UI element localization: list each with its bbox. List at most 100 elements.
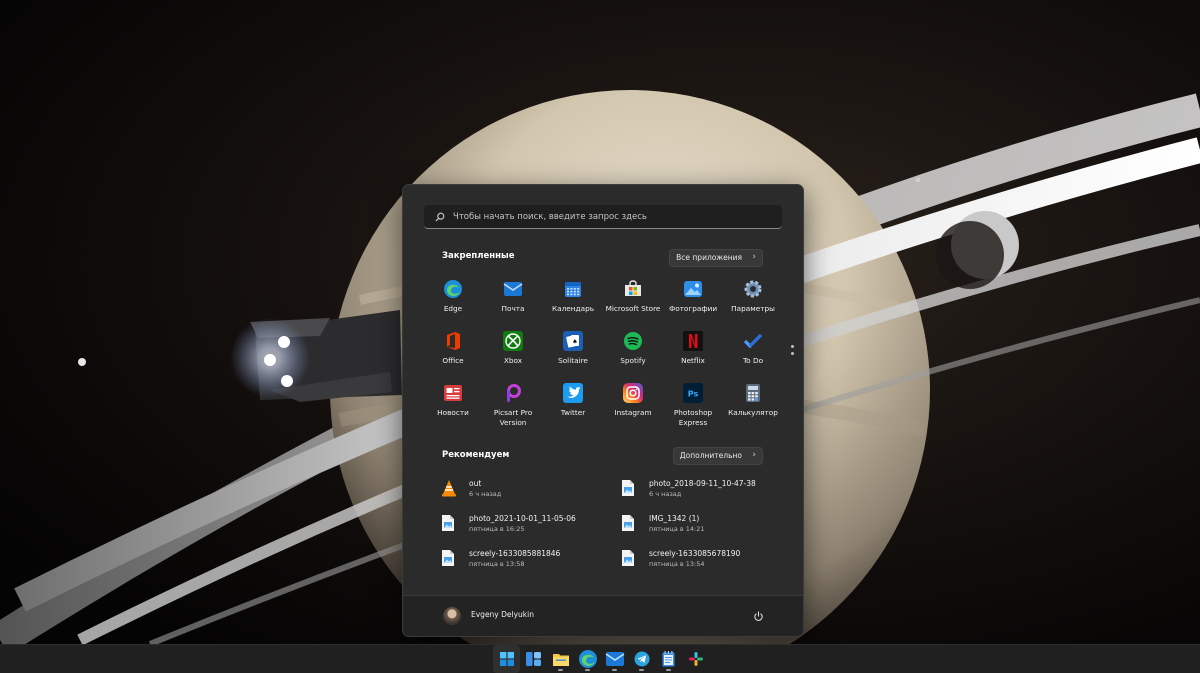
recommended-item-name: screely-1633085678190 bbox=[649, 549, 741, 558]
recommended-item-text: screely-1633085678190 пятница в 13:54 bbox=[649, 549, 740, 569]
edge-icon bbox=[442, 278, 464, 300]
pinned-app-edge[interactable]: Edge bbox=[423, 273, 483, 325]
pinned-app-label: Office bbox=[442, 356, 464, 365]
image-file-icon bbox=[621, 479, 637, 497]
pinned-app-label: Почта bbox=[501, 304, 525, 313]
recommended-item[interactable]: screely-1633085678190 пятница в 13:54 bbox=[621, 545, 771, 580]
taskbar-notepad-button[interactable] bbox=[655, 645, 682, 673]
more-label: Дополнительно bbox=[679, 451, 742, 460]
recommended-item-time: пятница в 13:58 bbox=[469, 560, 525, 568]
pinned-app-label: Netflix bbox=[681, 356, 705, 365]
edge-icon bbox=[578, 649, 598, 669]
recommended-item-text: out 6 ч назад bbox=[469, 479, 501, 499]
pinned-app-picsart[interactable]: Picsart Pro Version bbox=[483, 377, 543, 429]
recommended-item[interactable]: photo_2021-10-01_11-05-06 пятница в 16:2… bbox=[441, 510, 621, 545]
taskbar-slack-button[interactable] bbox=[682, 645, 709, 673]
recommended-item[interactable]: photo_2018-09-11_10-47-38 6 ч назад bbox=[621, 475, 771, 510]
chevron-right-icon: › bbox=[752, 450, 756, 460]
pinned-app-store[interactable]: Microsoft Store bbox=[603, 273, 663, 325]
taskbar-icons bbox=[493, 645, 709, 673]
pinned-app-mail[interactable]: Почта bbox=[483, 273, 543, 325]
recommended-item[interactable]: out 6 ч назад bbox=[441, 475, 621, 510]
image-file-icon bbox=[621, 549, 637, 567]
picsart-icon bbox=[502, 382, 524, 404]
photos-icon bbox=[682, 278, 704, 300]
news-icon bbox=[442, 382, 464, 404]
search-box[interactable] bbox=[424, 205, 782, 229]
image-file-icon bbox=[621, 514, 637, 532]
image-file-icon bbox=[441, 549, 457, 567]
pinned-app-news[interactable]: Новости bbox=[423, 377, 483, 429]
pinned-app-spotify[interactable]: Spotify bbox=[603, 325, 663, 377]
pinned-app-instagram[interactable]: Instagram bbox=[603, 377, 663, 429]
taskbar-start-button[interactable] bbox=[493, 645, 520, 673]
power-icon bbox=[753, 610, 763, 621]
avatar[interactable] bbox=[443, 607, 461, 625]
power-button[interactable] bbox=[749, 607, 767, 625]
recommended-item-time: пятница в 13:54 bbox=[649, 560, 705, 568]
pinned-app-photos[interactable]: Фотографии bbox=[663, 273, 723, 325]
pinned-app-xbox[interactable]: Xbox bbox=[483, 325, 543, 377]
recommended-item-name: IMG_1342 (1) bbox=[649, 514, 700, 523]
page-indicator[interactable] bbox=[791, 345, 795, 359]
pinned-app-office[interactable]: Office bbox=[423, 325, 483, 377]
start-icon bbox=[499, 652, 514, 666]
page-dot bbox=[791, 352, 794, 355]
mail-icon bbox=[502, 278, 524, 300]
pinned-app-label: Edge bbox=[443, 304, 463, 313]
pinned-app-todo[interactable]: To Do bbox=[723, 325, 783, 377]
pinned-app-label: Параметры bbox=[731, 304, 775, 313]
recommended-item-name: photo_2021-10-01_11-05-06 bbox=[469, 514, 576, 523]
pinned-app-photoshop[interactable]: Ps Photoshop Express bbox=[663, 377, 723, 429]
pinned-app-netflix[interactable]: Netflix bbox=[663, 325, 723, 377]
taskbar-telegram-button[interactable] bbox=[628, 645, 655, 673]
image-file-icon bbox=[441, 514, 457, 532]
more-button[interactable]: Дополнительно › bbox=[672, 447, 763, 465]
pinned-app-label: Instagram bbox=[614, 408, 652, 417]
pinned-app-calculator[interactable]: Калькулятор bbox=[723, 377, 783, 429]
recommended-item-text: IMG_1342 (1) пятница в 14:21 bbox=[649, 514, 705, 534]
vlc-icon bbox=[441, 479, 457, 497]
start-menu: Закрепленные Все приложения › Edge Почта К… bbox=[402, 184, 804, 637]
netflix-icon bbox=[682, 330, 704, 352]
recommended-item-text: photo_2021-10-01_11-05-06 пятница в 16:2… bbox=[469, 514, 576, 534]
user-name[interactable]: Evgeny Delyukin bbox=[471, 610, 534, 619]
xbox-icon bbox=[502, 330, 524, 352]
all-apps-button[interactable]: Все приложения › bbox=[669, 249, 763, 267]
solitaire-icon: ♠ bbox=[562, 330, 584, 352]
pinned-app-twitter[interactable]: Twitter bbox=[543, 377, 603, 429]
pinned-app-gear[interactable]: Параметры bbox=[723, 273, 783, 325]
pinned-app-label: Twitter bbox=[560, 408, 586, 417]
store-icon bbox=[622, 278, 644, 300]
taskbar-file-explorer-button[interactable] bbox=[547, 645, 574, 673]
recommended-title: Рекомендуем bbox=[442, 450, 510, 460]
recommended-item-name: photo_2018-09-11_10-47-38 bbox=[649, 479, 756, 488]
taskbar-mail-button[interactable] bbox=[601, 645, 628, 673]
pinned-app-label: Microsoft Store bbox=[605, 304, 661, 313]
pinned-app-label: Фотографии bbox=[668, 304, 718, 313]
recommended-item-text: photo_2018-09-11_10-47-38 6 ч назад bbox=[649, 479, 756, 499]
all-apps-label: Все приложения bbox=[676, 253, 742, 262]
taskbar bbox=[0, 644, 1200, 673]
pinned-title: Закрепленные bbox=[442, 251, 515, 261]
recommended-item[interactable]: IMG_1342 (1) пятница в 14:21 bbox=[621, 510, 771, 545]
file-explorer-icon bbox=[552, 653, 569, 666]
svg-text:♠: ♠ bbox=[572, 339, 577, 346]
pinned-app-label: Spotify bbox=[620, 356, 646, 365]
pinned-app-solitaire[interactable]: ♠ Solitaire bbox=[543, 325, 603, 377]
telegram-icon bbox=[634, 651, 650, 667]
instagram-icon bbox=[622, 382, 644, 404]
pinned-app-label: Picsart Pro Version bbox=[493, 408, 533, 427]
recommended-item[interactable]: screely-1633085881846 пятница в 13:58 bbox=[441, 545, 621, 580]
taskbar-edge-button[interactable] bbox=[574, 645, 601, 673]
search-input[interactable] bbox=[453, 211, 753, 222]
recommended-item-time: пятница в 14:21 bbox=[649, 525, 705, 533]
pinned-app-label: Калькулятор bbox=[728, 408, 778, 417]
page-dot bbox=[791, 345, 794, 348]
recommended-list: out 6 ч назад photo_2018-09-11_10-47-38 … bbox=[441, 475, 771, 580]
todo-icon bbox=[742, 330, 764, 352]
pinned-app-calendar[interactable]: Календарь bbox=[543, 273, 603, 325]
taskbar-widgets-button[interactable] bbox=[520, 645, 547, 673]
pinned-app-label: Solitaire bbox=[558, 356, 588, 365]
spotify-icon bbox=[622, 330, 644, 352]
